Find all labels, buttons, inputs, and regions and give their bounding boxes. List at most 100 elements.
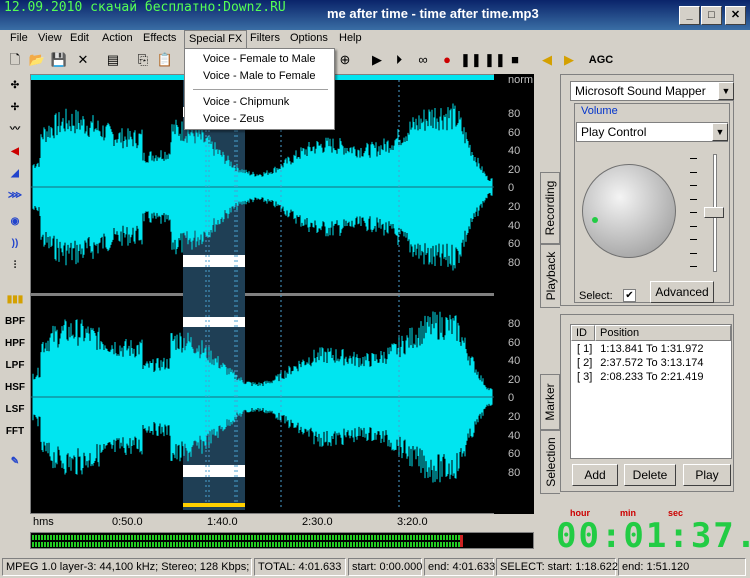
fx-lsf-button[interactable]: LSF: [3, 400, 27, 420]
scale-label: 60: [508, 336, 521, 349]
play-icon[interactable]: ▶: [368, 51, 386, 69]
agc-button[interactable]: AGC: [588, 51, 614, 69]
zoom-icon[interactable]: ⊕: [336, 51, 354, 69]
fx-hsf-button[interactable]: HSF: [3, 378, 27, 398]
fx-fade-icon[interactable]: ◢: [3, 164, 27, 184]
fx-lpf-button[interactable]: LPF: [3, 356, 27, 376]
scale-label: 20: [508, 373, 521, 386]
close-button[interactable]: ✕: [725, 6, 746, 25]
marker-row[interactable]: [ 2] 2:37.572 To 3:13.174: [577, 357, 703, 369]
menu-item-female-to-male[interactable]: Voice - Female to Male: [203, 53, 316, 65]
marker-id: [ 1]: [577, 343, 593, 355]
menu-filters[interactable]: Filters: [246, 32, 284, 44]
speaker-right-icon[interactable]: ▶: [560, 51, 578, 69]
fx-reverb-icon[interactable]: )): [3, 234, 27, 254]
fx-bass-icon[interactable]: ◉: [3, 212, 27, 232]
volume-control-select[interactable]: Play Control ▼: [576, 122, 728, 142]
menu-view[interactable]: View: [34, 32, 66, 44]
menu-special-fx[interactable]: Special FX: [184, 30, 248, 48]
timeline-tick: 3:20.0: [397, 516, 428, 528]
loop-icon[interactable]: ∞: [414, 51, 432, 69]
menu-effects[interactable]: Effects: [139, 32, 180, 44]
properties-icon[interactable]: ▤: [104, 51, 122, 69]
menu-action[interactable]: Action: [98, 32, 137, 44]
tab-selection[interactable]: Selection: [540, 430, 560, 494]
paste-icon[interactable]: 📋: [156, 51, 174, 69]
fx-bpf-button[interactable]: BPF: [3, 312, 27, 332]
marker-row[interactable]: [ 3] 2:08.233 To 2:21.419: [577, 371, 703, 383]
minimize-button[interactable]: _: [679, 6, 700, 25]
clip-highlight: [183, 317, 245, 327]
waveform-display[interactable]: [30, 74, 534, 514]
scale-label: 40: [508, 145, 521, 158]
speaker-left-icon[interactable]: ◀: [538, 51, 556, 69]
menu-options[interactable]: Options: [286, 32, 332, 44]
fx-expand-icon[interactable]: ✣: [3, 76, 27, 96]
fx-noise-icon[interactable]: 〰: [3, 120, 27, 140]
scale-label: 80: [508, 256, 521, 269]
scale-label: 20: [508, 201, 521, 213]
clock-display: 00:01:37.1: [556, 516, 750, 556]
volume-knob[interactable]: [582, 164, 676, 258]
tab-recording[interactable]: Recording: [540, 172, 560, 244]
fx-draw-icon[interactable]: ✎: [3, 452, 27, 472]
fx-amplify-icon[interactable]: ◀: [3, 142, 27, 162]
balance-slider-thumb[interactable]: [704, 207, 724, 218]
slider-tick: [690, 185, 697, 186]
stop-icon[interactable]: ■: [506, 51, 524, 69]
play-circle-icon[interactable]: ⏵: [390, 51, 408, 69]
device-select[interactable]: Microsoft Sound Mapper ▼: [570, 81, 734, 101]
clip-highlight: [183, 465, 245, 477]
delete-marker-button[interactable]: Delete: [624, 464, 676, 486]
fx-echo-icon[interactable]: ⫶: [3, 256, 27, 276]
status-select-start: SELECT: start: 1:18.622: [496, 558, 618, 576]
chevron-down-icon[interactable]: ▼: [718, 82, 734, 100]
scale-label: 40: [508, 355, 521, 368]
delete-icon[interactable]: ✕: [74, 51, 92, 69]
channel-separator: [31, 293, 495, 296]
tab-playback[interactable]: Playback: [540, 244, 560, 308]
fx-hpf-button[interactable]: HPF: [3, 334, 27, 354]
menu-item-zeus[interactable]: Voice - Zeus: [203, 113, 264, 125]
marker-row[interactable]: [ 1] 1:13.841 To 1:31.972: [577, 343, 703, 355]
marker-list[interactable]: ID Position [ 1] 1:13.841 To 1:31.972 [ 2]…: [570, 324, 732, 459]
special-fx-dropdown: Voice - Female to Male Voice - Male to F…: [184, 48, 335, 130]
maximize-button[interactable]: □: [701, 6, 722, 25]
menu-help[interactable]: Help: [335, 32, 366, 44]
new-file-icon[interactable]: 🗋: [6, 51, 24, 69]
fx-wave-icon[interactable]: ⋙: [3, 186, 27, 206]
scale-label: 80: [508, 466, 521, 479]
knob-indicator: [592, 217, 598, 223]
menu-file[interactable]: File: [6, 32, 32, 44]
timeline-tick: 2:30.0: [302, 516, 333, 528]
slider-tick: [690, 239, 697, 240]
select-label: Select:: [579, 290, 613, 302]
fx-equalizer-icon[interactable]: ▮▮▮: [3, 290, 27, 310]
scale-label: 60: [508, 238, 521, 251]
chevron-down-icon[interactable]: ▼: [712, 123, 728, 141]
record-icon[interactable]: ●: [438, 51, 456, 69]
column-header-position[interactable]: Position: [595, 325, 731, 341]
select-checkbox[interactable]: ✔: [623, 289, 636, 302]
scale-norm-label: norm: [508, 74, 534, 86]
waveform-svg[interactable]: [31, 75, 495, 515]
slider-tick: [690, 212, 697, 213]
slider-tick: [690, 225, 697, 227]
column-header-id[interactable]: ID: [571, 325, 595, 341]
tab-marker[interactable]: Marker: [540, 374, 560, 430]
open-folder-icon[interactable]: 📂: [28, 51, 46, 69]
menu-item-chipmunk[interactable]: Voice - Chipmunk: [203, 96, 289, 108]
copy-icon[interactable]: ⎘: [134, 51, 152, 69]
timeline[interactable]: [30, 514, 534, 532]
menu-item-male-to-female[interactable]: Voice - Male to Female: [203, 70, 316, 82]
marker-position: 1:13.841 To 1:31.972: [600, 343, 704, 355]
fx-fft-button[interactable]: FFT: [3, 422, 27, 442]
fx-compress-icon[interactable]: ✢: [3, 98, 27, 118]
add-marker-button[interactable]: Add: [572, 464, 618, 486]
play-marker-button[interactable]: Play: [683, 464, 731, 486]
pause-record-icon[interactable]: ❚❚: [484, 51, 506, 69]
advanced-button[interactable]: Advanced: [650, 281, 714, 303]
menu-edit[interactable]: Edit: [66, 32, 93, 44]
save-icon[interactable]: 💾: [50, 51, 68, 69]
pause-icon[interactable]: ❚❚: [460, 51, 482, 69]
